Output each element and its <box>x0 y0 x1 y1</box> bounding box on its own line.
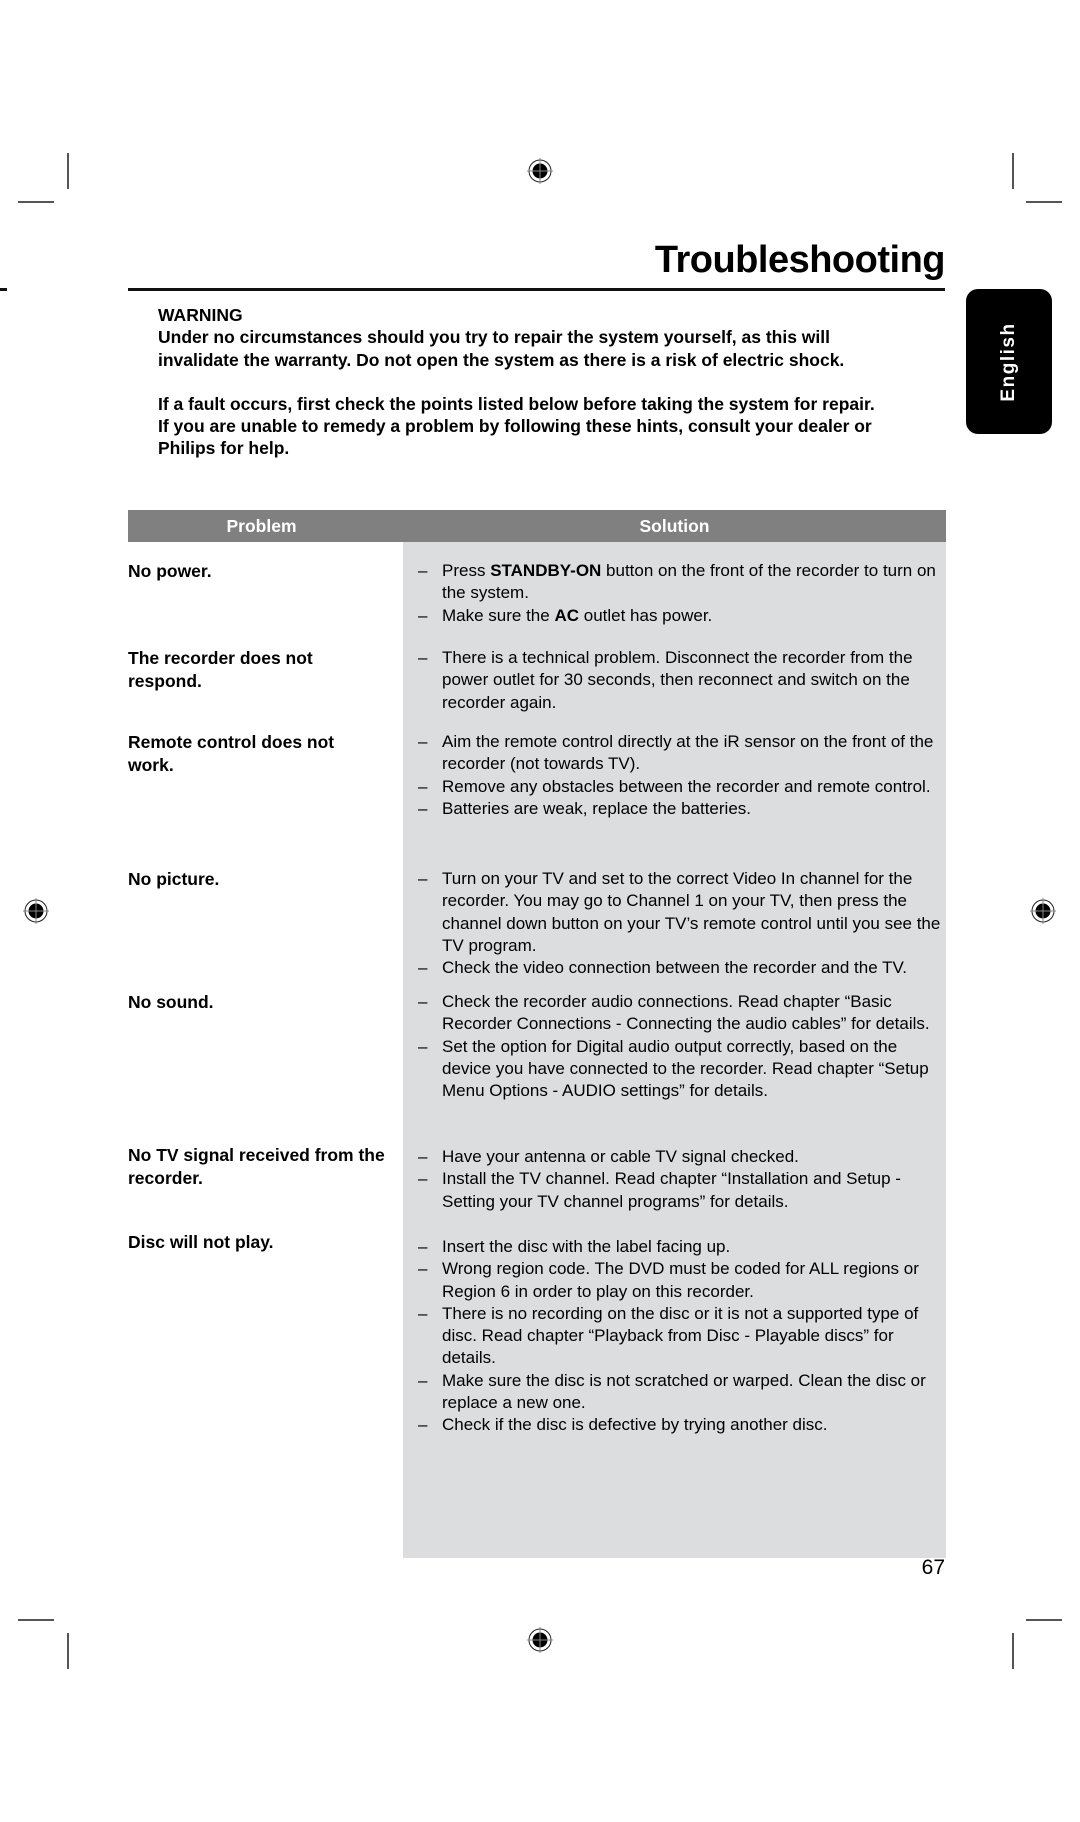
bullet-dash: – <box>418 732 428 751</box>
solution-text: Remove any obstacles between the recorde… <box>442 776 931 796</box>
bullet-dash: – <box>418 1303 428 1323</box>
solution-item: – Turn on your TV and set to the correct … <box>418 868 943 957</box>
instruction-text: If a fault occurs, first check the point… <box>158 393 875 414</box>
solution-item: – Check the video connection between the … <box>418 957 943 979</box>
table-header: Problem Solution <box>128 510 946 542</box>
solution-text: Press <box>442 561 491 580</box>
bullet-dash: – <box>418 1147 428 1166</box>
solution-text: Check if the disc is defective by trying… <box>442 1415 828 1435</box>
solution-item: – Make sure the disc is not scratched or … <box>418 1370 943 1415</box>
problem-cell: No sound. <box>128 992 214 1012</box>
solution-cell: – Aim the remote control directly at the … <box>418 731 943 820</box>
bullet-dash: – <box>418 1259 428 1279</box>
bullet-dash: – <box>418 1169 428 1189</box>
bullet-dash: – <box>418 648 428 667</box>
solution-item: – Aim the remote control directly at the … <box>418 731 943 776</box>
bullet-dash: – <box>418 958 428 978</box>
bullet-dash: – <box>418 776 428 796</box>
solution-text: Make sure the disc is not scratched or w… <box>442 1370 926 1413</box>
page-title: Troubleshooting <box>654 239 946 281</box>
solution-cell: – Press STANDBY-ON button on the front of… <box>418 560 943 627</box>
registration-mark-icon <box>527 158 553 184</box>
bullet-dash: – <box>418 798 428 818</box>
page-number: 67 <box>921 1556 945 1579</box>
crop-mark <box>1026 1619 1062 1621</box>
solution-text: There is no recording on the disc or it … <box>442 1303 919 1368</box>
bullet-dash: – <box>418 605 428 625</box>
registration-mark-icon <box>527 1627 553 1653</box>
solution-item: – Wrong region code. The DVD must be code… <box>418 1258 943 1303</box>
solution-text: There is a technical problem. Disconnect… <box>442 648 913 712</box>
solution-item: – Have your antenna or cable TV signal ch… <box>418 1146 943 1168</box>
solution-item: – Check the recorder audio connections. R… <box>418 991 943 1036</box>
registration-mark-icon <box>1030 898 1056 924</box>
bullet-dash: – <box>418 1370 428 1390</box>
solution-text: Insert the disc with the label facing up… <box>442 1237 731 1256</box>
solution-text: Have your antenna or cable TV signal che… <box>442 1147 799 1166</box>
bullet-dash: – <box>418 1415 428 1435</box>
warning-block: WARNING Under no circumstances should yo… <box>158 304 938 460</box>
problem-cell: No TV signal received from the recorder. <box>128 1145 385 1188</box>
problem-cell: The recorder does not respond. <box>128 648 313 691</box>
solution-item: – Remove any obstacles between the record… <box>418 776 943 798</box>
solution-cell: – There is a technical problem. Disconnec… <box>418 647 943 714</box>
solution-item: – Check if the disc is defective by tryin… <box>418 1414 943 1436</box>
solution-item: – Batteries are weak, replace the batteri… <box>418 798 943 820</box>
problem-cell: No picture. <box>128 869 220 889</box>
crop-mark <box>1012 153 1014 189</box>
solution-item: – Insert the disc with the label facing u… <box>418 1236 943 1258</box>
crop-mark <box>18 201 54 203</box>
solution-text: Make sure the <box>442 605 555 625</box>
solution-cell: – Check the recorder audio connections. R… <box>418 991 943 1102</box>
solution-keyword: AC <box>554 605 580 625</box>
solution-text: Check the video connection between the r… <box>442 958 907 978</box>
column-header-problem: Problem <box>226 516 297 536</box>
crop-mark <box>1026 201 1062 203</box>
solution-item: – Set the option for Digital audio output… <box>418 1036 943 1103</box>
language-tab-label: English <box>998 321 1019 402</box>
bullet-dash: – <box>418 869 428 888</box>
solution-cell: – Insert the disc with the label facing u… <box>418 1236 943 1437</box>
language-tab: English <box>966 289 1052 434</box>
solution-item: – There is no recording on the disc or it… <box>418 1303 943 1370</box>
bullet-dash: – <box>418 1237 428 1256</box>
instruction-text: Philips for help. <box>158 438 290 459</box>
solution-text: Check the recorder audio connections. Re… <box>442 992 930 1034</box>
warning-heading: WARNING <box>158 305 243 325</box>
column-header-solution: Solution <box>639 516 710 536</box>
solution-text: Install the TV channel. Read chapter “In… <box>442 1169 901 1211</box>
problem-cell: Remote control does not work. <box>128 732 335 775</box>
solution-item: – Make sure the AC outlet has power. <box>418 605 943 627</box>
solution-text: Batteries are weak, replace the batterie… <box>442 798 751 818</box>
solution-keyword: STANDBY-ON <box>490 561 602 580</box>
warning-text: invalidate the warranty. Do not open the… <box>158 349 845 370</box>
problem-cell: Disc will not play. <box>128 1232 274 1252</box>
bullet-dash: – <box>418 561 428 580</box>
crop-mark <box>1012 1633 1014 1669</box>
warning-text: Under no circumstances should you try to… <box>158 327 830 348</box>
instruction-text: If you are unable to remedy a problem by… <box>158 416 872 437</box>
bullet-dash: – <box>418 1036 428 1056</box>
title-rule <box>128 288 945 291</box>
margin-tick <box>0 288 7 291</box>
crop-mark <box>67 153 69 189</box>
solution-text: Set the option for Digital audio output … <box>442 1036 929 1101</box>
solution-cell: – Have your antenna or cable TV signal ch… <box>418 1146 943 1213</box>
solution-item: – Install the TV channel. Read chapter “I… <box>418 1168 943 1213</box>
problem-cell: No power. <box>128 561 212 581</box>
crop-mark <box>67 1633 69 1669</box>
solution-text: Aim the remote control directly at the i… <box>442 732 934 774</box>
registration-mark-icon <box>23 898 49 924</box>
solution-text: outlet has power. <box>579 605 713 625</box>
solution-text: Wrong region code. The DVD must be coded… <box>442 1259 919 1301</box>
solution-item: – Press STANDBY-ON button on the front of… <box>418 560 943 605</box>
crop-mark <box>18 1619 54 1621</box>
solution-text: Turn on your TV and set to the correct V… <box>442 869 941 955</box>
bullet-dash: – <box>418 992 428 1011</box>
solution-cell: – Turn on your TV and set to the correct … <box>418 868 943 979</box>
solution-item: – There is a technical problem. Disconnec… <box>418 647 943 714</box>
